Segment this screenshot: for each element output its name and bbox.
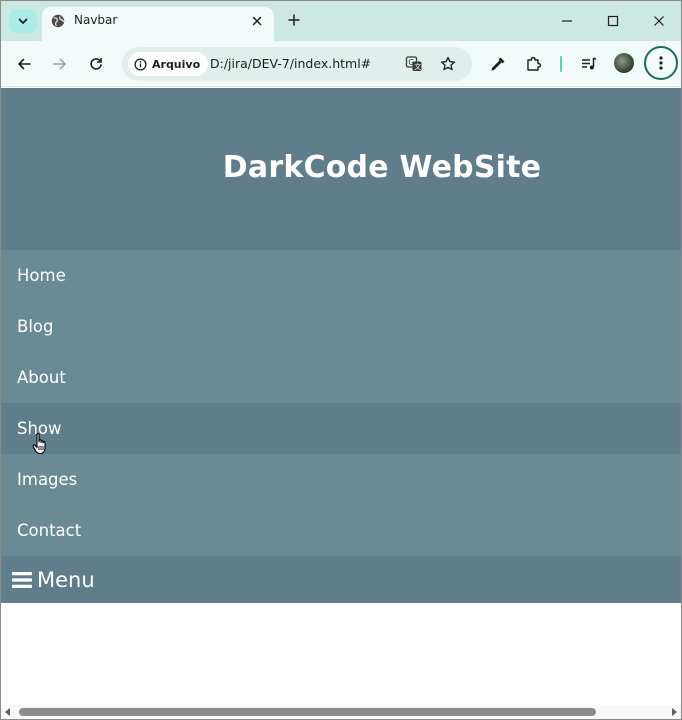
arrow-left-icon — [18, 58, 31, 70]
profile-avatar[interactable] — [614, 53, 634, 73]
plus-icon — [288, 14, 300, 26]
close-icon — [654, 16, 664, 26]
eyedropper-extension-button[interactable] — [484, 50, 512, 78]
back-button[interactable] — [10, 50, 38, 78]
hamburger-icon — [12, 571, 32, 588]
close-tab-icon[interactable] — [248, 12, 266, 30]
scroll-right-arrow-icon[interactable] — [672, 708, 677, 716]
tab-strip: Navbar — [1, 1, 681, 41]
menu-label: Menu — [37, 567, 95, 592]
translate-icon[interactable]: G文 — [404, 54, 424, 74]
nav-item-contact[interactable]: Contact — [1, 505, 681, 556]
minimize-icon — [562, 20, 572, 22]
nav-item-home[interactable]: Home — [1, 250, 681, 301]
nav-item-show[interactable]: Show — [1, 403, 681, 454]
nav-menu: Home Blog About Show Images Contact — [1, 250, 681, 556]
more-vertical-icon — [659, 56, 663, 70]
minimize-button[interactable] — [549, 7, 585, 35]
maximize-button[interactable] — [595, 7, 631, 35]
playlist-music-icon — [582, 57, 597, 70]
url-text[interactable]: D:/jira/DEV-7/index.html# — [210, 56, 371, 71]
browser-menu-button[interactable] — [644, 46, 678, 80]
site-header: DarkCode WebSite — [1, 88, 681, 250]
nav-item-images[interactable]: Images — [1, 454, 681, 505]
close-window-button[interactable] — [641, 7, 677, 35]
scrollbar-thumb[interactable] — [19, 708, 596, 716]
toolbar-divider — [560, 56, 562, 72]
maximize-icon — [607, 15, 619, 27]
bookmark-star-icon[interactable] — [438, 54, 458, 74]
extensions-button[interactable] — [520, 50, 548, 78]
puzzle-icon — [527, 56, 542, 71]
svg-text:文: 文 — [414, 62, 421, 71]
reload-icon — [90, 57, 102, 70]
globe-icon — [51, 14, 65, 28]
chevron-down-icon — [18, 18, 28, 24]
tab-search-button[interactable] — [9, 9, 37, 33]
new-tab-button[interactable] — [284, 10, 304, 30]
hand-pointer-icon — [32, 432, 46, 455]
site-info-chip[interactable]: Arquivo — [128, 52, 209, 76]
info-icon — [134, 57, 147, 71]
browser-window: Navbar Arquivo D:/jira/DEV-7/index.html#… — [0, 0, 682, 720]
browser-toolbar: Arquivo D:/jira/DEV-7/index.html# G文 — [1, 41, 681, 87]
scroll-left-arrow-icon[interactable] — [5, 708, 10, 716]
address-bar[interactable]: Arquivo D:/jira/DEV-7/index.html# G文 — [122, 47, 472, 81]
nav-item-blog[interactable]: Blog — [1, 301, 681, 352]
arrow-right-icon — [53, 58, 66, 70]
media-controls-button[interactable] — [575, 50, 603, 78]
forward-button[interactable] — [46, 50, 74, 78]
page-viewport: DarkCode WebSite Home Blog About Show Im… — [1, 88, 681, 705]
site-title: DarkCode WebSite — [222, 150, 542, 185]
nav-item-about[interactable]: About — [1, 352, 681, 403]
menu-toggle[interactable]: Menu — [1, 556, 681, 603]
reload-button[interactable] — [82, 50, 110, 78]
tab-title: Navbar — [74, 13, 118, 27]
horizontal-scrollbar[interactable] — [1, 705, 681, 719]
eyedropper-icon — [491, 57, 505, 71]
active-tab[interactable]: Navbar — [42, 7, 274, 41]
site-info-label: Arquivo — [152, 57, 201, 71]
